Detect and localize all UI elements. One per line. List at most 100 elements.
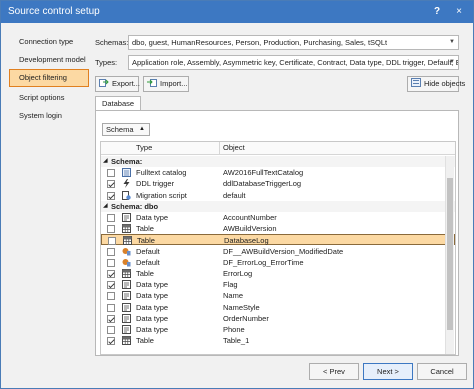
row-type: Migration script (136, 190, 187, 200)
table-row[interactable]: Migration script default (101, 190, 455, 201)
row-object: DatabaseLog (224, 236, 269, 246)
table-row[interactable]: Fulltext catalog AW2016FullTextCatalog (101, 167, 455, 178)
group-row[interactable]: ◢ Schema: dbo (101, 200, 455, 212)
row-checkbox[interactable] (107, 303, 115, 312)
table-row[interactable]: Table AWBuildVersion (101, 223, 455, 234)
table-row[interactable]: Data type Name (101, 290, 455, 301)
export-button[interactable]: Export... (95, 76, 140, 92)
row-type: Table (137, 236, 155, 246)
table-icon (123, 236, 132, 246)
hide-objects-button[interactable]: Hide objects (407, 76, 465, 92)
types-combo[interactable]: Application role, Assembly, Asymmetric k… (128, 55, 459, 70)
row-checkbox[interactable] (107, 225, 115, 234)
row-checkbox[interactable] (107, 180, 115, 189)
row-object: AW2016FullTextCatalog (223, 168, 304, 178)
row-checkbox[interactable] (107, 314, 115, 323)
vertical-scrollbar[interactable] (445, 156, 454, 354)
cancel-button[interactable]: Cancel (417, 363, 467, 380)
row-checkbox[interactable] (107, 214, 115, 222)
sidebar-item-connection-type[interactable]: Connection type (9, 33, 89, 51)
row-object: DF__AWBuildVersion_ModifiedDate (223, 246, 344, 256)
schemas-combo[interactable]: dbo, guest, HumanResources, Person, Prod… (128, 35, 459, 50)
table-row[interactable]: Default DF_ErrorLog_ErrorTime (101, 257, 455, 268)
tab-database[interactable]: Database (95, 96, 141, 111)
table-row[interactable]: Data type OrderNumber (101, 313, 455, 324)
export-label: Export... (112, 79, 140, 88)
group-row[interactable]: ◢ Schema: (101, 156, 455, 167)
row-type: Data type (136, 302, 169, 312)
export-icon (99, 79, 109, 87)
table-row[interactable]: DDL trigger ddlDatabaseTriggerLog (101, 178, 455, 189)
table-icon (122, 336, 131, 346)
import-icon (147, 79, 157, 87)
hide-objects-icon (411, 78, 421, 87)
row-type: DDL trigger (136, 179, 175, 189)
data-type-icon (122, 302, 131, 312)
chevron-up-icon: ▲ (139, 126, 145, 132)
grid-header: Type Object (101, 142, 455, 155)
row-checkbox[interactable] (107, 191, 115, 200)
schemas-label: Schemas: (95, 38, 129, 47)
column-divider[interactable] (219, 142, 220, 155)
data-type-icon (122, 313, 131, 323)
group-header-label: Schema: (111, 157, 143, 166)
window-title: Source control setup (8, 6, 100, 17)
table-row[interactable]: Table DatabaseLog (101, 234, 455, 246)
row-object: Phone (223, 325, 245, 334)
row-checkbox[interactable] (107, 292, 115, 301)
hide-objects-label: Hide objects (424, 79, 466, 88)
row-checkbox[interactable] (107, 326, 115, 334)
table-icon (122, 269, 131, 278)
collapse-icon[interactable]: ◢ (103, 202, 108, 209)
table-row[interactable]: Default DF__AWBuildVersion_ModifiedDate (101, 246, 455, 257)
row-checkbox[interactable] (107, 247, 115, 256)
row-type: Default (136, 246, 160, 256)
table-row[interactable]: Table Table_1 (101, 335, 455, 346)
sidebar-item-object-filtering[interactable]: Object filtering (9, 69, 89, 87)
row-checkbox[interactable] (107, 169, 115, 178)
types-value: Application role, Assembly, Asymmetric k… (132, 58, 459, 67)
group-by-selector[interactable]: Schema ▲ (102, 123, 150, 136)
row-object: Name (223, 291, 244, 301)
prev-button[interactable]: < Prev (309, 363, 359, 380)
row-type: Table (136, 224, 154, 234)
sidebar-item-development-model[interactable]: Development model (9, 51, 89, 69)
ddl-trigger-icon (122, 179, 131, 189)
types-label: Types: (95, 58, 118, 67)
default-icon (122, 247, 131, 256)
row-checkbox[interactable] (107, 281, 115, 290)
table-row[interactable]: Data type AccountNumber (101, 212, 455, 223)
table-row[interactable]: Table ErrorLog (101, 268, 455, 279)
row-checkbox[interactable] (108, 237, 116, 246)
sidebar-item-script-options[interactable]: Script options (9, 89, 89, 107)
next-button[interactable]: Next > (363, 363, 413, 380)
table-row[interactable]: Data type Phone (101, 324, 455, 335)
type-column-header[interactable]: Type (136, 143, 152, 152)
data-type-icon (122, 325, 131, 334)
row-type: Table (136, 336, 154, 346)
object-column-header[interactable]: Object (223, 143, 245, 152)
group-header-label: Schema: dbo (111, 201, 159, 211)
row-type: Table (136, 269, 154, 278)
object-filter-panel: Schema ▲ Type Object ◢ Schema: Fulltext ca… (95, 110, 459, 356)
table-row[interactable]: Data type NameStyle (101, 302, 455, 313)
default-icon (122, 258, 131, 267)
table-row[interactable]: Data type Flag (101, 279, 455, 290)
close-button[interactable]: × (451, 4, 467, 20)
chevron-down-icon: ▼ (449, 59, 455, 65)
row-object: ErrorLog (223, 269, 253, 278)
scrollbar-thumb[interactable] (447, 178, 453, 330)
row-checkbox[interactable] (107, 270, 115, 278)
row-checkbox[interactable] (107, 337, 115, 346)
row-object: default (223, 190, 246, 200)
collapse-icon[interactable]: ◢ (103, 157, 108, 164)
row-object: OrderNumber (223, 313, 269, 323)
help-button[interactable]: ? (429, 4, 445, 20)
import-button[interactable]: Import... (143, 76, 189, 92)
group-by-value: Schema (106, 125, 134, 134)
row-checkbox[interactable] (107, 258, 115, 267)
table-icon (122, 224, 131, 234)
row-object: ddlDatabaseTriggerLog (223, 179, 302, 189)
sidebar-item-system-login[interactable]: System login (9, 107, 89, 125)
migration-script-icon (122, 190, 131, 200)
